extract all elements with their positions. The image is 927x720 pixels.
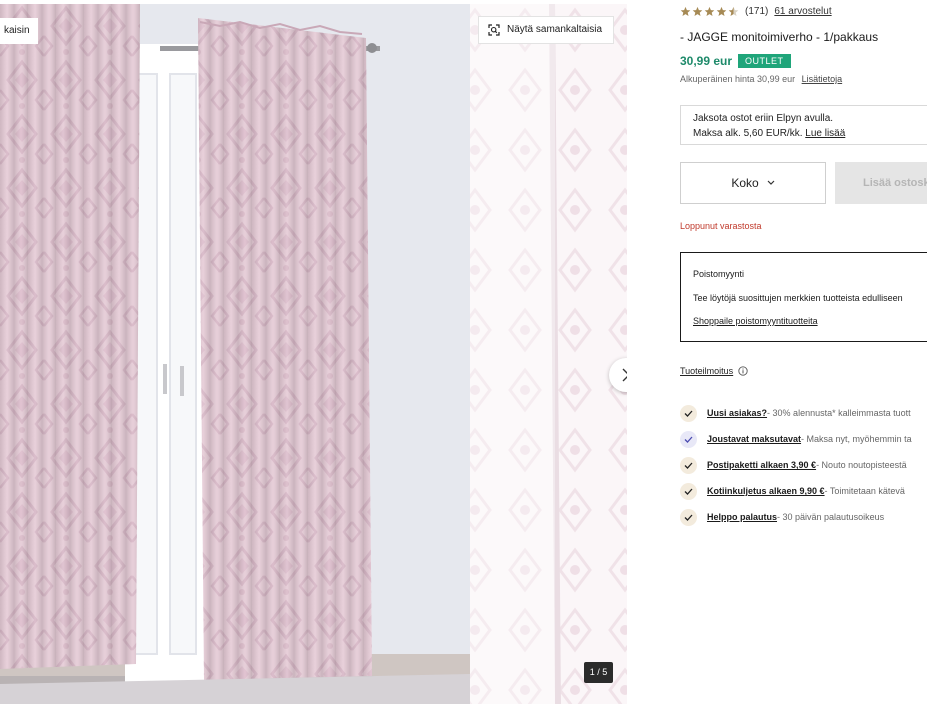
check-icon xyxy=(680,404,697,422)
clearance-title: Poistomyynti xyxy=(693,269,745,279)
check-icon xyxy=(680,482,697,500)
original-price-row: Alkuperäinen hinta 30,99 eur Lisätietoja xyxy=(680,74,842,84)
usp-description: - 30% alennusta* kalleimmasta tuott xyxy=(767,408,911,418)
usp-description: - 30 päivän palautusoikeus xyxy=(777,512,885,522)
usp-title[interactable]: Uusi asiakas? xyxy=(707,408,767,418)
size-label: Koko xyxy=(731,176,759,190)
rating-count: (171) xyxy=(745,5,769,17)
financing-line-2: Maksa alk. 5,60 EUR/kk. Lue lisää xyxy=(693,126,927,141)
original-price: Alkuperäinen hinta 30,99 eur xyxy=(680,74,796,84)
product-info-panel: (171) 61 arvostelut - JAGGE monitoimiver… xyxy=(680,0,927,720)
product-announcement: Tuoteilmoitus xyxy=(680,366,748,376)
stock-status: Loppunut varastosta xyxy=(680,221,762,231)
usp-item-flexible-payments: Joustavat maksutavat - Maksa nyt, myöhem… xyxy=(680,426,927,452)
clearance-text: Tee löytöjä suosittujen merkkien tuottei… xyxy=(693,293,903,303)
clearance-link[interactable]: Shoppaile poistomyyntituotteita xyxy=(693,316,818,326)
check-icon xyxy=(680,456,697,474)
star-half-icon xyxy=(728,6,739,16)
star-icon xyxy=(704,6,715,16)
product-price: 30,99 eur xyxy=(680,54,733,68)
star-icon xyxy=(680,6,691,16)
star-icon xyxy=(716,6,727,16)
rating-row: (171) 61 arvostelut xyxy=(680,4,832,18)
chevron-right-icon xyxy=(622,368,627,382)
clearance-box: Poistomyynti Tee löytöjä suosittujen mer… xyxy=(680,252,927,342)
financing-read-more-link[interactable]: Lue lisää xyxy=(805,128,845,139)
visual-search-icon xyxy=(488,24,500,36)
usp-description: - Toimitetaan kätevä xyxy=(824,486,905,496)
show-similar-label: Näytä samankaltaisia xyxy=(507,24,603,35)
financing-monthly: Maksa alk. 5,60 EUR/kk. xyxy=(693,128,803,139)
usp-title[interactable]: Joustavat maksutavat xyxy=(707,434,801,444)
reviews-link[interactable]: 61 arvostelut xyxy=(774,6,831,17)
usp-item-new-customer: Uusi asiakas? - 30% alennusta* kalleimma… xyxy=(680,400,927,426)
curtain-product-image xyxy=(0,4,627,704)
size-select-button[interactable]: Koko xyxy=(680,162,826,204)
details-link[interactable]: Lisätietoja xyxy=(802,74,843,84)
price-row: 30,99 eur OUTLET xyxy=(680,54,791,68)
usp-description: - Nouto noutopisteestä xyxy=(816,460,907,470)
product-image-gallery[interactable]: kaisin Näytä samankaltaisia 1 / 5 xyxy=(0,4,627,704)
product-announcement-link[interactable]: Tuoteilmoitus xyxy=(680,366,733,376)
star-icon xyxy=(692,6,703,16)
usp-item-parcel-shipping: Postipaketti alkaen 3,90 € - Nouto nouto… xyxy=(680,452,927,478)
show-similar-button[interactable]: Näytä samankaltaisia xyxy=(478,16,614,44)
usp-item-easy-returns: Helppo palautus - 30 päivän palautusoike… xyxy=(680,504,927,530)
chevron-down-icon xyxy=(767,180,775,185)
usp-title[interactable]: Postipaketti alkaen 3,90 € xyxy=(707,460,816,470)
financing-box: Jaksota ostot eriin Elpyn avulla. Maksa … xyxy=(680,105,927,145)
outlet-badge: OUTLET xyxy=(738,54,791,68)
usp-description: - Maksa nyt, myöhemmin ta xyxy=(801,434,912,444)
rating-stars xyxy=(680,6,739,17)
image-corner-tag: kaisin xyxy=(0,18,38,44)
info-icon[interactable] xyxy=(738,366,748,376)
check-icon xyxy=(680,430,697,448)
financing-line-1: Jaksota ostot eriin Elpyn avulla. xyxy=(693,113,834,124)
image-counter: 1 / 5 xyxy=(584,662,613,683)
add-to-cart-button[interactable]: Lisää ostosko xyxy=(835,162,927,204)
check-icon xyxy=(680,508,697,526)
usp-list: Uusi asiakas? - 30% alennusta* kalleimma… xyxy=(680,400,927,530)
product-title: - JAGGE monitoimiverho - 1/pakkaus xyxy=(680,30,879,44)
usp-item-home-delivery: Kotiinkuljetus alkaen 9,90 € - Toimiteta… xyxy=(680,478,927,504)
usp-title[interactable]: Kotiinkuljetus alkaen 9,90 € xyxy=(707,486,825,496)
usp-title[interactable]: Helppo palautus xyxy=(707,512,777,522)
